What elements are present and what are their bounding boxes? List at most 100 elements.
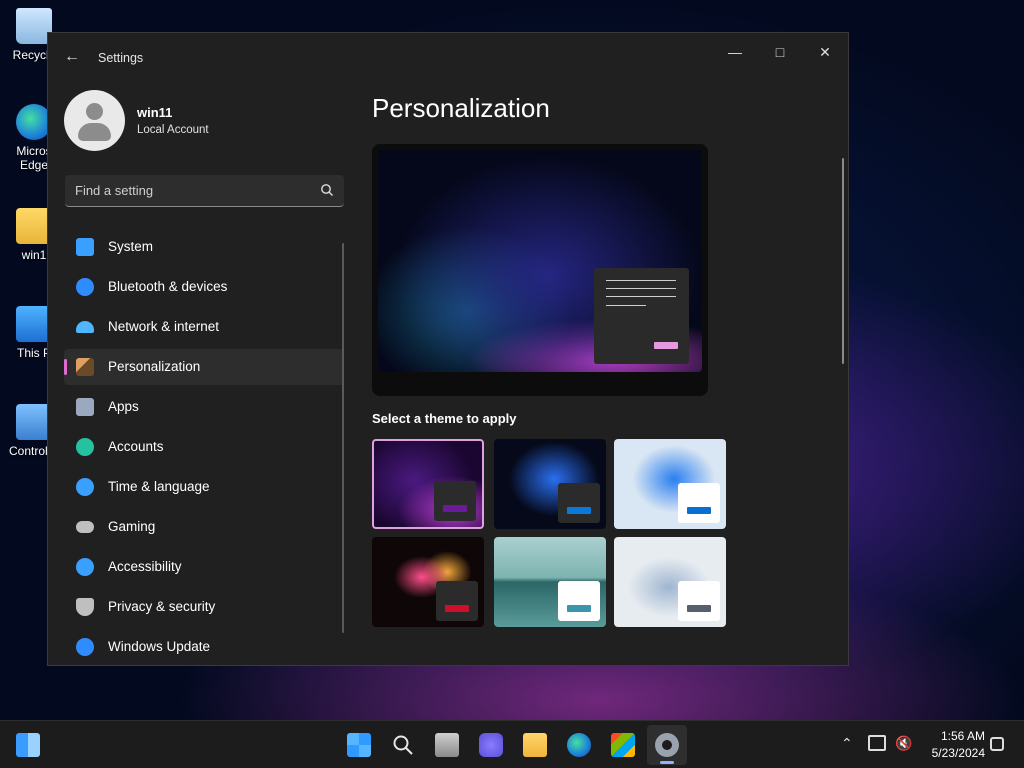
theme-accent-bar bbox=[567, 605, 591, 612]
sidebar-scrollbar[interactable] bbox=[342, 243, 344, 633]
active-indicator bbox=[660, 761, 674, 764]
preview-line bbox=[606, 288, 676, 289]
sidebar-item-label: Privacy & security bbox=[108, 599, 216, 614]
theme-sample-window bbox=[436, 581, 478, 621]
brush-icon bbox=[76, 358, 94, 376]
account-type: Local Account bbox=[137, 124, 209, 136]
task-view-icon[interactable] bbox=[435, 733, 459, 757]
controller-icon bbox=[76, 521, 94, 533]
theme-tile-5[interactable] bbox=[494, 537, 606, 627]
update-icon bbox=[76, 638, 94, 656]
volume-muted-icon[interactable]: 🔇 bbox=[895, 735, 912, 752]
search-icon[interactable] bbox=[391, 733, 415, 757]
search-box[interactable] bbox=[65, 175, 344, 207]
sidebar-item-privacy[interactable]: Privacy & security bbox=[64, 589, 344, 625]
theme-sample-window bbox=[558, 581, 600, 621]
sidebar-item-gaming[interactable]: Gaming bbox=[64, 509, 344, 545]
sidebar-item-time-language[interactable]: Time & language bbox=[64, 469, 344, 505]
chevron-up-icon[interactable]: ⌃ bbox=[841, 735, 853, 752]
chat-icon[interactable] bbox=[479, 733, 503, 757]
avatar[interactable] bbox=[64, 90, 125, 151]
preview-accent-button bbox=[654, 342, 678, 349]
sidebar-item-accessibility[interactable]: Accessibility bbox=[64, 549, 344, 585]
person-icon bbox=[76, 438, 94, 456]
minimize-button[interactable]: — bbox=[720, 41, 750, 63]
theme-tile-3[interactable] bbox=[614, 439, 726, 529]
theme-preview bbox=[372, 144, 708, 396]
theme-tile-2[interactable] bbox=[494, 439, 606, 529]
sidebar-item-label: Accessibility bbox=[108, 559, 182, 574]
sidebar-nav: System Bluetooth & devices Network & int… bbox=[64, 229, 344, 665]
avatar-body bbox=[78, 123, 111, 141]
title-bar[interactable]: ← Settings — □ ✕ bbox=[48, 33, 848, 81]
theme-heading: Select a theme to apply bbox=[372, 411, 517, 426]
gear-icon bbox=[655, 733, 679, 757]
search-icon bbox=[321, 184, 333, 196]
sidebar-item-system[interactable]: System bbox=[64, 229, 344, 265]
clock-time[interactable]: 1:56 AM bbox=[925, 729, 985, 743]
main-scrollbar[interactable] bbox=[842, 158, 844, 364]
preview-line bbox=[606, 305, 646, 306]
monitor-icon bbox=[76, 238, 94, 256]
taskbar-settings-button[interactable] bbox=[647, 725, 687, 765]
taskbar: ⌃ 🔇 1:56 AM 5/23/2024 bbox=[0, 720, 1024, 768]
close-button[interactable]: ✕ bbox=[810, 41, 840, 63]
theme-sample-window bbox=[678, 581, 720, 621]
desktop-icon-label: This P bbox=[16, 346, 51, 360]
preview-line bbox=[606, 280, 676, 281]
theme-accent-bar bbox=[445, 605, 469, 612]
sidebar-item-windows-update[interactable]: Windows Update bbox=[64, 629, 344, 665]
globe-clock-icon bbox=[76, 478, 94, 496]
theme-accent-bar bbox=[567, 507, 591, 514]
sidebar-item-label: Accounts bbox=[108, 439, 164, 454]
sidebar-item-label: Windows Update bbox=[108, 639, 211, 654]
sidebar-item-accounts[interactable]: Accounts bbox=[64, 429, 344, 465]
sidebar-item-label: Time & language bbox=[108, 479, 210, 494]
settings-window: ← Settings — □ ✕ win11 Local Account Sys… bbox=[47, 32, 849, 666]
sidebar-item-label: Personalization bbox=[108, 359, 201, 374]
window-title: Settings bbox=[98, 51, 144, 65]
theme-tile-1[interactable] bbox=[372, 439, 484, 529]
desktop-icon-label: win1 bbox=[21, 248, 47, 262]
apps-icon bbox=[76, 398, 94, 416]
page-title: Personalization bbox=[372, 93, 550, 123]
clock-date[interactable]: 5/23/2024 bbox=[917, 746, 985, 760]
theme-tile-4[interactable] bbox=[372, 537, 484, 627]
theme-accent-bar bbox=[443, 505, 467, 512]
edge-icon[interactable] bbox=[567, 733, 591, 757]
sidebar-item-network[interactable]: Network & internet bbox=[64, 309, 344, 345]
file-explorer-icon[interactable] bbox=[523, 733, 547, 757]
sidebar-item-label: Gaming bbox=[108, 519, 156, 534]
theme-tile-6[interactable] bbox=[614, 537, 726, 627]
avatar-head bbox=[86, 103, 103, 120]
network-icon[interactable] bbox=[868, 735, 886, 751]
sidebar-item-label: Network & internet bbox=[108, 319, 220, 334]
store-icon[interactable] bbox=[611, 733, 635, 757]
sidebar-item-personalization[interactable]: Personalization bbox=[64, 349, 344, 385]
sidebar-item-label: System bbox=[108, 239, 154, 254]
accessibility-icon bbox=[76, 558, 94, 576]
theme-accent-bar bbox=[687, 605, 711, 612]
back-button[interactable]: ← bbox=[62, 47, 82, 67]
sidebar-item-label: Bluetooth & devices bbox=[108, 279, 228, 294]
notification-icon[interactable] bbox=[990, 737, 1004, 751]
theme-sample-window bbox=[434, 481, 476, 521]
wifi-icon bbox=[76, 321, 94, 333]
maximize-button[interactable]: □ bbox=[765, 41, 795, 63]
start-icon[interactable] bbox=[347, 733, 371, 757]
sidebar-item-apps[interactable]: Apps bbox=[64, 389, 344, 425]
preview-line bbox=[606, 296, 676, 297]
widgets-icon[interactable] bbox=[16, 733, 40, 757]
sidebar-item-bluetooth[interactable]: Bluetooth & devices bbox=[64, 269, 344, 305]
shield-icon bbox=[76, 598, 94, 616]
theme-accent-bar bbox=[687, 507, 711, 514]
preview-sample-window bbox=[594, 268, 689, 364]
search-input[interactable] bbox=[75, 175, 305, 205]
user-name: win11 bbox=[137, 105, 173, 120]
theme-sample-window bbox=[558, 483, 600, 523]
preview-wallpaper bbox=[378, 150, 702, 372]
theme-sample-window bbox=[678, 483, 720, 523]
theme-grid bbox=[372, 439, 732, 629]
sidebar-item-label: Apps bbox=[108, 399, 139, 414]
bluetooth-icon bbox=[76, 278, 94, 296]
